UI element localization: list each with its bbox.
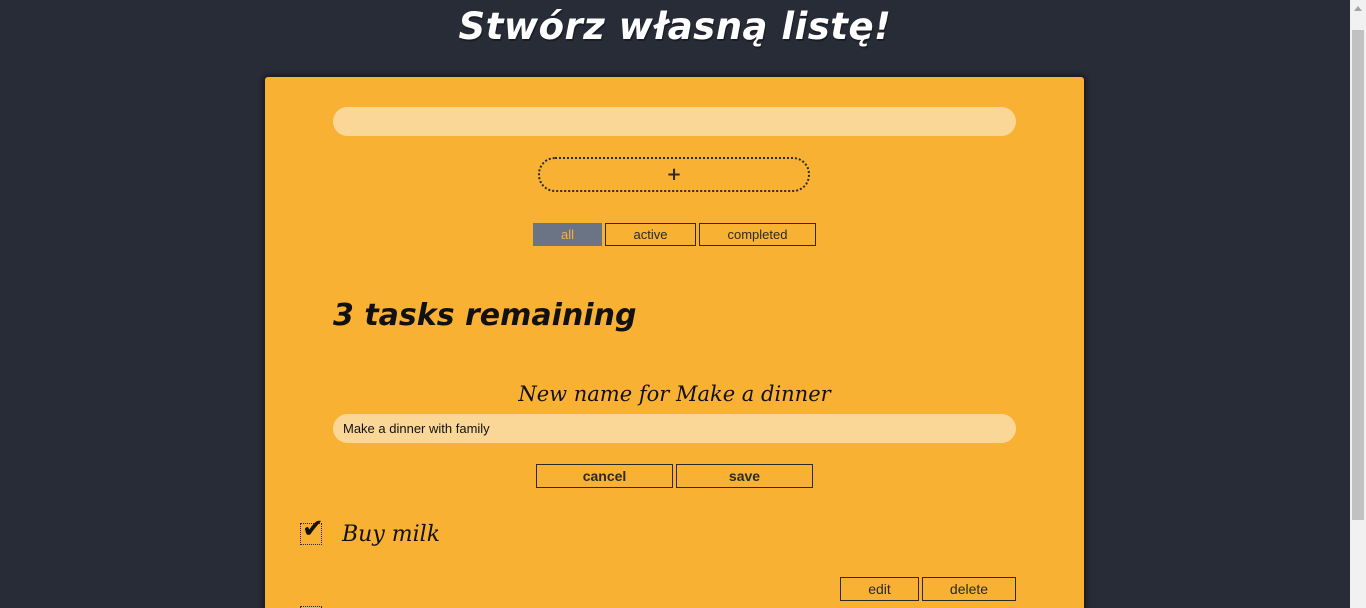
save-button[interactable]: save	[676, 464, 813, 488]
edit-task-button[interactable]: edit	[840, 577, 919, 601]
scroll-up-arrow-icon[interactable]	[1354, 6, 1362, 11]
task-checkbox[interactable]: ✔	[300, 514, 324, 545]
new-task-input[interactable]	[333, 107, 1016, 136]
edit-task-input[interactable]	[333, 414, 1016, 443]
scrollbar-thumb[interactable]	[1352, 30, 1364, 520]
cancel-button[interactable]: cancel	[536, 464, 673, 488]
edit-task-label: New name for Make a dinner	[518, 382, 831, 406]
check-icon: ✔	[302, 514, 324, 544]
tasks-remaining-heading: 3 tasks remaining	[333, 298, 637, 333]
delete-task-button[interactable]: delete	[922, 577, 1016, 601]
plus-icon: +	[666, 164, 682, 185]
scrollbar[interactable]	[1350, 0, 1366, 608]
task-name: Buy milk	[342, 522, 441, 547]
filter-completed-button[interactable]: completed	[699, 223, 816, 246]
app-title: Stwórz własną listę!	[458, 5, 892, 48]
todo-card: + all active completed 3 tasks remaining…	[265, 77, 1084, 608]
page: Stwórz własną listę! + all active comple…	[0, 0, 1366, 608]
add-task-button[interactable]: +	[538, 157, 810, 192]
filter-active-button[interactable]: active	[605, 223, 696, 246]
filter-all-button[interactable]: all	[533, 223, 602, 246]
